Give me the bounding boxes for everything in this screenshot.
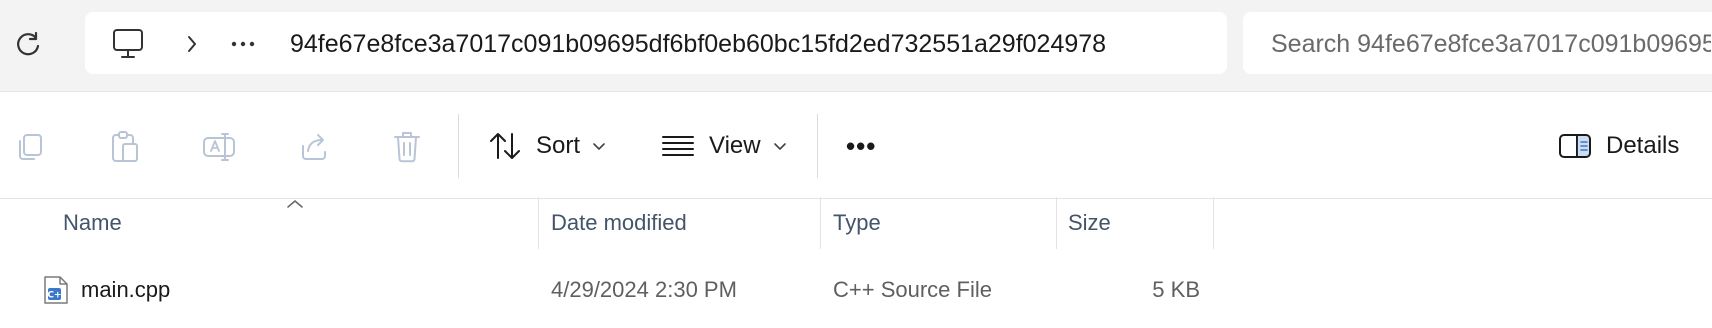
breadcrumb-overflow-button[interactable] bbox=[223, 29, 263, 59]
breadcrumb-chevron-button[interactable] bbox=[177, 29, 207, 59]
sort-label: Sort bbox=[536, 132, 581, 159]
sort-icon bbox=[490, 133, 520, 159]
rename-button[interactable] bbox=[197, 125, 241, 169]
chevron-up-icon bbox=[287, 200, 303, 208]
column-header-date-modified[interactable]: Date modified bbox=[551, 197, 687, 249]
share-button[interactable] bbox=[292, 125, 336, 169]
paste-icon bbox=[112, 131, 138, 162]
breadcrumb[interactable]: 94fe67e8fce3a7017c091b09695df6bf0eb60bc1… bbox=[85, 12, 1227, 74]
file-row[interactable]: C+ main.cpp 4/29/2024 2:30 PM C++ Source… bbox=[0, 262, 1712, 318]
command-bar: Sort View ••• Details bbox=[0, 91, 1712, 199]
copy-button[interactable] bbox=[8, 125, 52, 169]
search-box[interactable] bbox=[1243, 12, 1712, 74]
file-size: 5 KB bbox=[1152, 277, 1200, 302]
toolbar-divider bbox=[817, 114, 818, 178]
view-list-icon bbox=[662, 136, 694, 156]
column-header-name[interactable]: Name bbox=[63, 197, 122, 249]
chevron-right-icon bbox=[188, 36, 196, 52]
column-resize-handle[interactable] bbox=[1056, 197, 1057, 249]
sort-indicator bbox=[283, 197, 307, 211]
monitor-icon bbox=[113, 29, 143, 58]
svg-text:C+: C+ bbox=[47, 291, 61, 301]
view-label: View bbox=[709, 132, 761, 159]
sort-button[interactable]: Sort bbox=[488, 122, 606, 170]
column-resize-handle[interactable] bbox=[1213, 197, 1214, 249]
rename-icon bbox=[203, 133, 235, 161]
column-header-size[interactable]: Size bbox=[1068, 197, 1111, 249]
file-name[interactable]: main.cpp bbox=[81, 262, 170, 318]
search-input[interactable] bbox=[1271, 28, 1711, 60]
toolbar-divider bbox=[458, 114, 459, 178]
details-label: Details bbox=[1606, 132, 1680, 159]
chevron-down-icon bbox=[773, 143, 786, 150]
address-bar: 94fe67e8fce3a7017c091b09695df6bf0eb60bc1… bbox=[0, 0, 1712, 91]
column-resize-handle[interactable] bbox=[820, 197, 821, 249]
view-button[interactable]: View bbox=[661, 122, 787, 170]
copy-icon bbox=[19, 134, 42, 160]
column-headers: Name Date modified Type Size bbox=[0, 197, 1712, 249]
refresh-button[interactable] bbox=[8, 22, 48, 66]
breadcrumb-current-folder[interactable]: 94fe67e8fce3a7017c091b09695df6bf0eb60bc1… bbox=[290, 29, 1106, 59]
cpp-file-icon: C+ bbox=[44, 276, 68, 304]
column-header-type[interactable]: Type bbox=[833, 197, 881, 249]
file-date-modified: 4/29/2024 2:30 PM bbox=[551, 277, 737, 302]
refresh-icon bbox=[17, 31, 40, 56]
more-horizontal-icon: ••• bbox=[846, 130, 877, 161]
details-pane-icon bbox=[1559, 134, 1591, 158]
chevron-down-icon bbox=[593, 143, 605, 150]
share-icon bbox=[302, 134, 326, 160]
this-pc-button[interactable] bbox=[110, 27, 146, 61]
file-type: C++ Source File bbox=[833, 277, 992, 302]
paste-button[interactable] bbox=[103, 125, 147, 169]
column-resize-handle[interactable] bbox=[538, 197, 539, 249]
details-button[interactable]: Details bbox=[1558, 122, 1679, 170]
delete-icon bbox=[394, 132, 420, 163]
more-horizontal-icon bbox=[231, 41, 255, 47]
more-options-button[interactable]: ••• bbox=[846, 122, 876, 170]
delete-button[interactable] bbox=[385, 125, 429, 169]
